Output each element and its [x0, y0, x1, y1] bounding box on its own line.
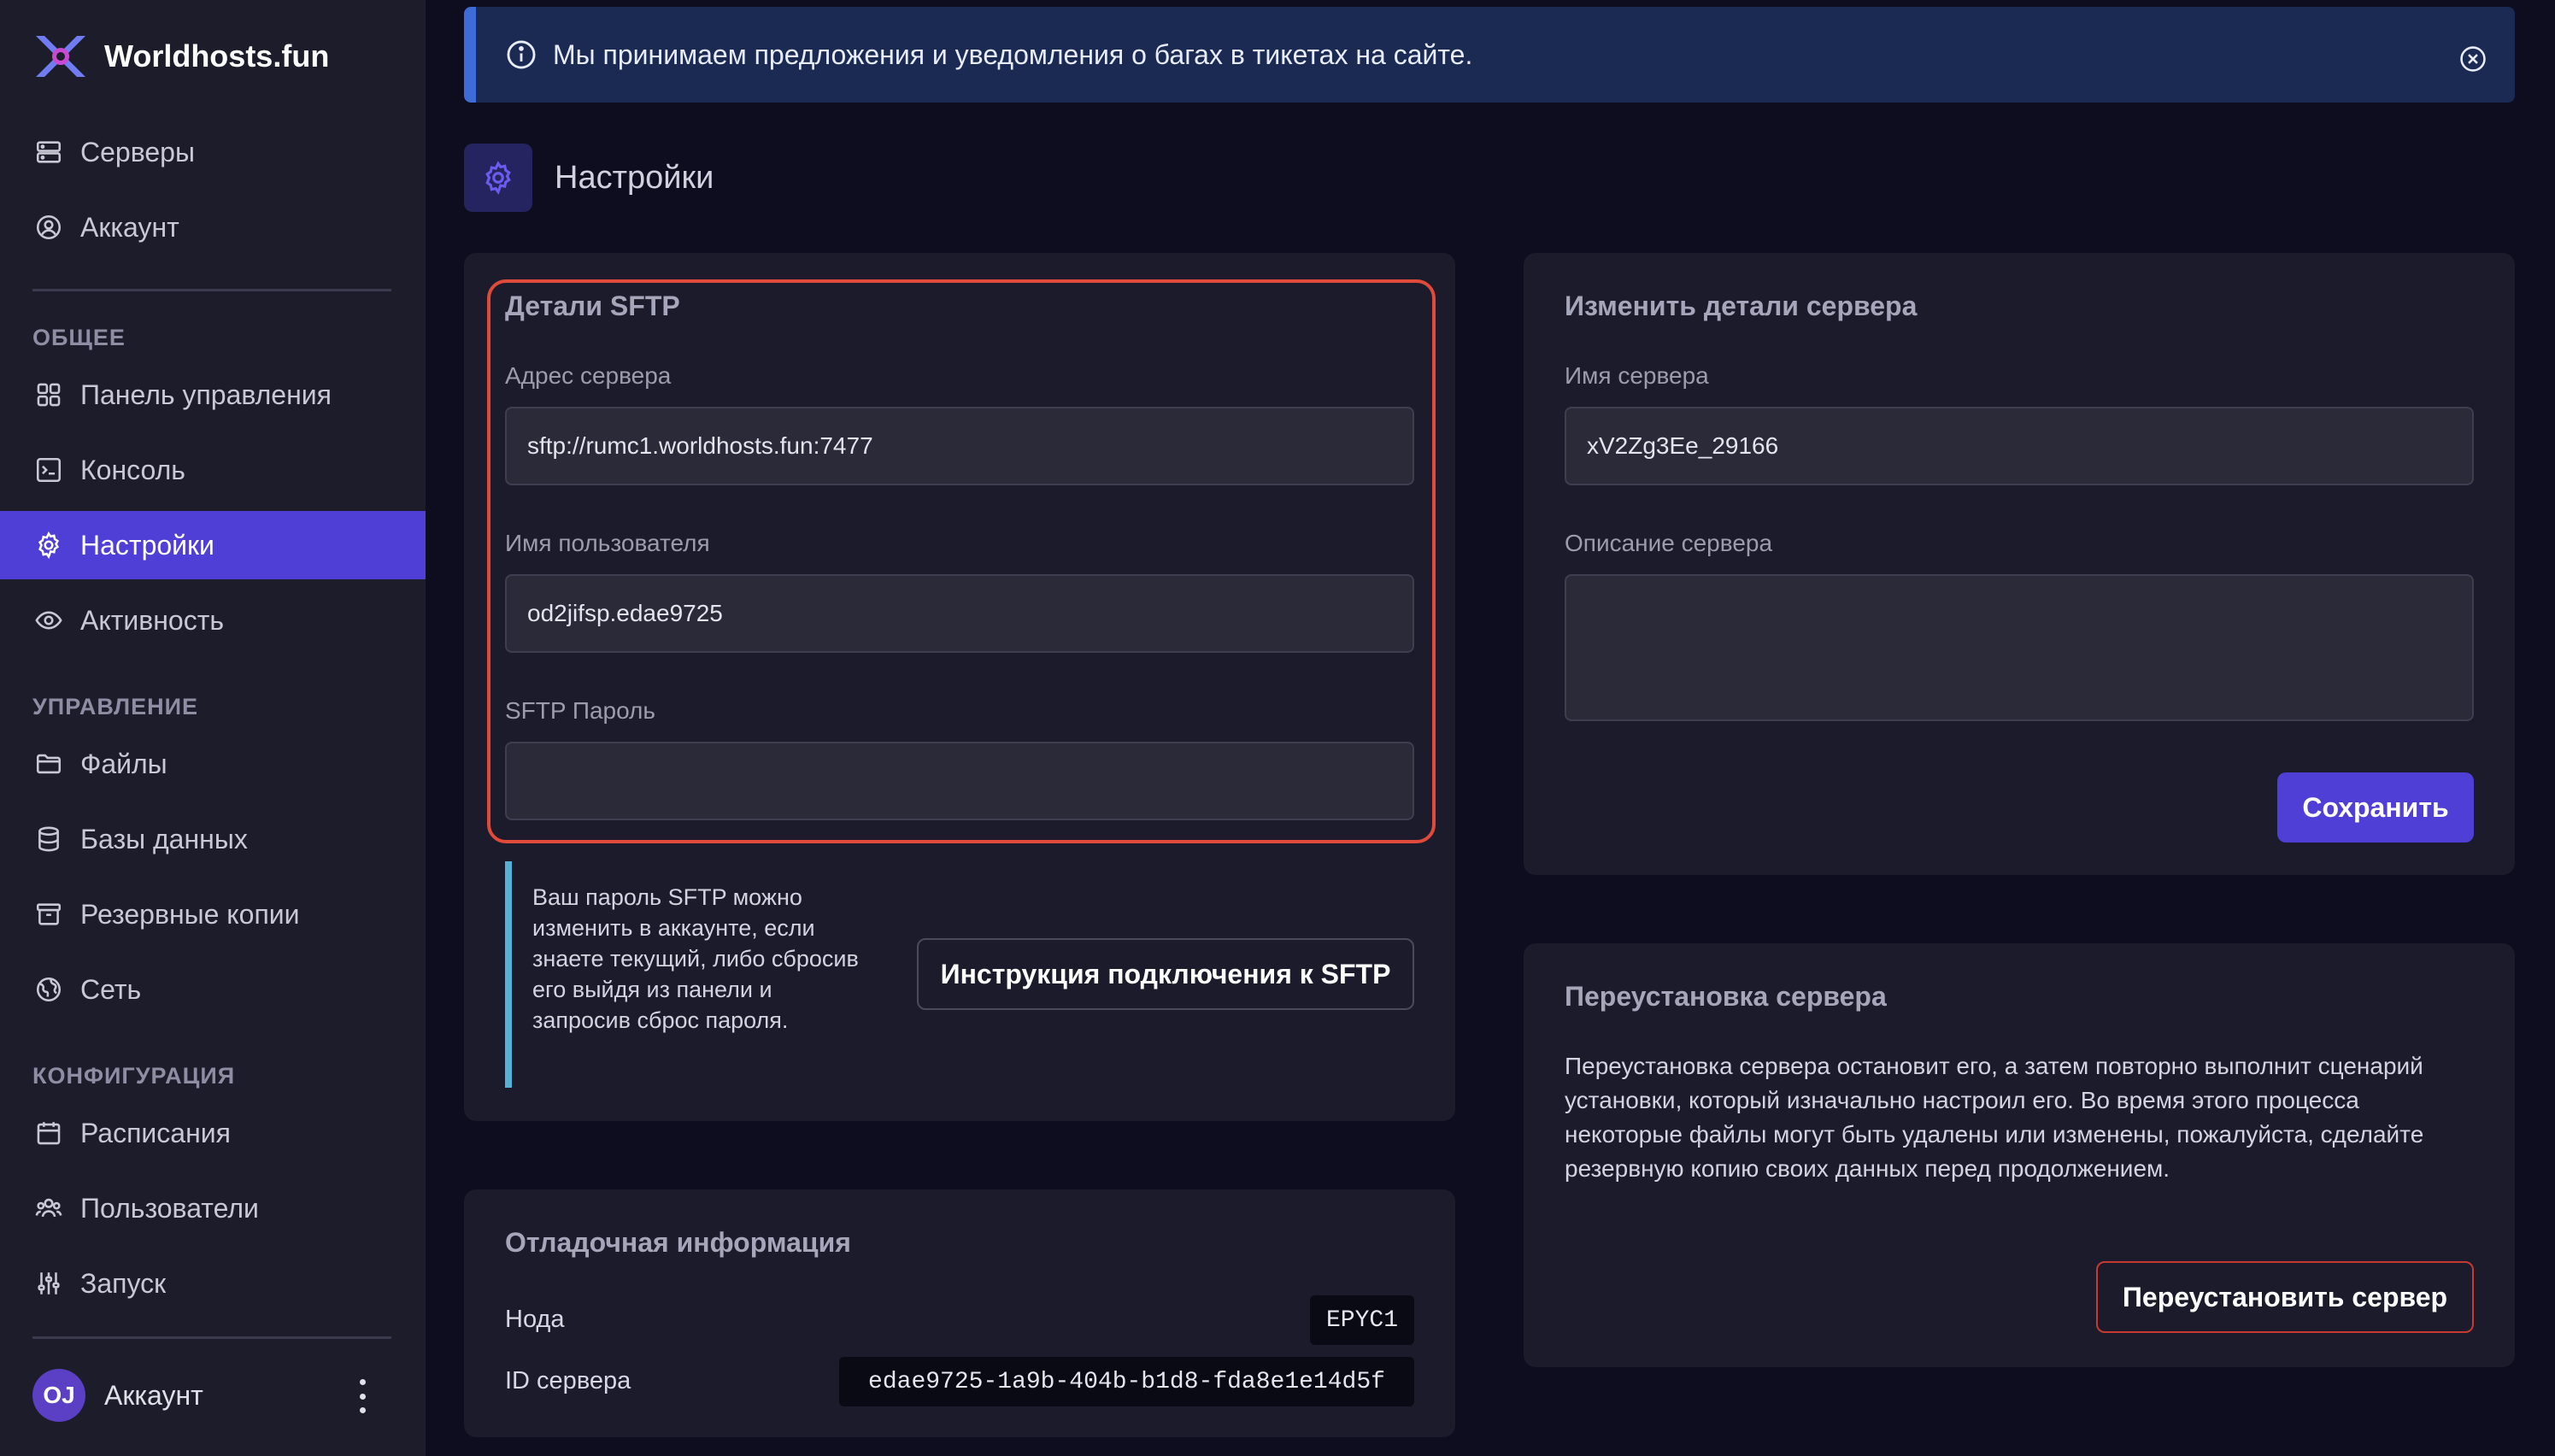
sidebar-divider — [32, 1336, 391, 1339]
sftp-password-hint: Ваш пароль SFTP можно изменить в аккаунт… — [505, 861, 864, 1088]
section-title-configuration: КОНФИГУРАЦИЯ — [32, 1063, 236, 1089]
reinstall-title: Переустановка сервера — [1565, 981, 1887, 1012]
account-menu[interactable]: OJ Аккаунт — [32, 1369, 374, 1422]
username-field[interactable] — [505, 574, 1414, 653]
sidebar-item-label: Базы данных — [80, 823, 248, 854]
logo-icon — [36, 36, 85, 77]
sidebar-item-label: Файлы — [80, 748, 167, 779]
page-icon — [464, 144, 532, 212]
server-details-title: Изменить детали сервера — [1565, 291, 1918, 321]
server-id-value: edae9725-1a9b-404b-b1d8-fda8e1e14d5f — [839, 1357, 1414, 1406]
sidebar-divider — [32, 289, 391, 291]
sidebar-item-users[interactable]: Пользователи — [0, 1174, 426, 1242]
users-icon — [32, 1192, 65, 1224]
sidebar-item-label: Расписания — [80, 1117, 231, 1148]
sidebar-item-activity[interactable]: Активность — [0, 586, 426, 655]
sidebar-item-label: Сеть — [80, 973, 142, 1005]
sidebar-item-schedules[interactable]: Расписания — [0, 1099, 426, 1167]
server-name-field[interactable] — [1565, 407, 2474, 485]
eye-icon — [32, 604, 65, 637]
address-label: Адрес сервера — [505, 362, 672, 389]
sliders-icon — [32, 1267, 65, 1300]
sidebar-item-backups[interactable]: Резервные копии — [0, 880, 426, 948]
save-button[interactable]: Сохранить — [2277, 772, 2474, 842]
sidebar-item-label: Пользователи — [80, 1192, 259, 1224]
node-value: EPYC1 — [1310, 1295, 1414, 1345]
server-id-label: ID сервера — [505, 1367, 631, 1394]
sidebar-item-dashboard[interactable]: Панель управления — [0, 361, 426, 429]
sidebar-item-label: Консоль — [80, 454, 185, 485]
server-description-field[interactable] — [1565, 574, 2474, 721]
brand[interactable]: Worldhosts.fun — [32, 32, 329, 80]
debug-title: Отладочная информация — [505, 1227, 851, 1258]
node-label: Нода — [505, 1306, 565, 1333]
info-icon — [507, 40, 536, 69]
sidebar: Worldhosts.fun Серверы Аккаунт ОБЩЕЕ Пан… — [0, 0, 426, 1456]
sidebar-item-label: Серверы — [80, 136, 195, 167]
calendar-icon — [32, 1117, 65, 1149]
folder-icon — [32, 748, 65, 780]
server-icon — [32, 136, 65, 168]
account-name: Аккаунт — [104, 1379, 203, 1411]
sidebar-item-files[interactable]: Файлы — [0, 730, 426, 798]
user-circle-icon — [32, 211, 65, 244]
reinstall-server-button[interactable]: Переустановить сервер — [2096, 1261, 2474, 1333]
section-title-general: ОБЩЕЕ — [32, 325, 126, 350]
username-label: Имя пользователя — [505, 530, 710, 556]
address-field[interactable] — [505, 407, 1414, 485]
sidebar-item-label: Аккаунт — [80, 211, 179, 243]
section-title-management: УПРАВЛЕНИЕ — [32, 694, 199, 719]
sidebar-item-console[interactable]: Консоль — [0, 436, 426, 504]
server-name-label: Имя сервера — [1565, 362, 1709, 389]
grid-icon — [32, 379, 65, 411]
page-title: Настройки — [555, 159, 714, 196]
sidebar-item-label: Настройки — [80, 529, 214, 561]
close-icon[interactable] — [2458, 44, 2487, 73]
page-header: Настройки — [464, 144, 714, 212]
sidebar-item-network[interactable]: Сеть — [0, 955, 426, 1024]
sidebar-item-servers[interactable]: Серверы — [0, 118, 426, 186]
notice-banner: Мы принимаем предложения и уведомления о… — [464, 7, 2515, 103]
password-field[interactable] — [505, 742, 1414, 820]
server-description-label: Описание сервера — [1565, 530, 1773, 556]
notice-text: Мы принимаем предложения и уведомления о… — [553, 38, 1473, 70]
more-vertical-icon[interactable] — [352, 1379, 373, 1413]
sidebar-item-databases[interactable]: Базы данных — [0, 805, 426, 873]
avatar: OJ — [32, 1369, 85, 1422]
sidebar-item-label: Резервные копии — [80, 898, 300, 930]
gear-icon — [32, 529, 65, 561]
sidebar-item-startup[interactable]: Запуск — [0, 1249, 426, 1318]
password-label: SFTP Пароль — [505, 697, 655, 724]
sidebar-item-label: Панель управления — [80, 379, 332, 410]
globe-icon — [32, 973, 65, 1006]
sftp-instructions-button[interactable]: Инструкция подключения к SFTP — [917, 938, 1414, 1010]
sidebar-item-settings[interactable]: Настройки — [0, 511, 426, 579]
terminal-icon — [32, 454, 65, 486]
brand-name: Worldhosts.fun — [104, 38, 330, 73]
gear-icon — [485, 161, 511, 195]
sidebar-item-label: Запуск — [80, 1267, 167, 1299]
sftp-title: Детали SFTP — [505, 291, 680, 321]
reinstall-description: Переустановка сервера остановит его, а з… — [1565, 1053, 2424, 1182]
archive-icon — [32, 898, 65, 931]
database-icon — [32, 823, 65, 855]
sidebar-item-label: Активность — [80, 604, 225, 636]
sidebar-item-account[interactable]: Аккаунт — [0, 193, 426, 261]
